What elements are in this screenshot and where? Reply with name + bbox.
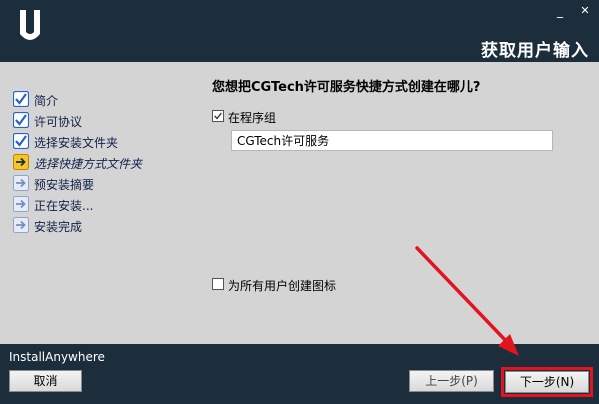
brand-label: InstallAnywhere: [9, 350, 105, 364]
cancel-button[interactable]: 取消: [9, 370, 82, 392]
step-item: 预安装摘要: [13, 174, 193, 195]
header: _ ✕ 获取用户输入: [0, 0, 599, 62]
pending-arrow-icon: [13, 217, 29, 233]
step-item: 安装完成: [13, 216, 193, 237]
step-label: 简介: [34, 94, 59, 108]
previous-button[interactable]: 上一步(P): [409, 370, 494, 392]
content-area: 简介 许可协议 选择安装文件夹 选择快捷方式文件夹 预安装摘要 正在安装... …: [0, 62, 599, 344]
footer: InstallAnywhere 取消 上一步(P) 下一步(N): [0, 344, 599, 404]
checkmark-icon: [214, 112, 222, 120]
step-label: 选择安装文件夹: [34, 136, 119, 150]
all-users-label: 为所有用户创建图标: [228, 279, 337, 293]
checkmark-icon: [13, 133, 29, 149]
close-button[interactable]: ✕: [578, 4, 592, 18]
pending-arrow-icon: [13, 196, 29, 212]
step-item: 正在安装...: [13, 195, 193, 216]
program-group-input[interactable]: [231, 130, 553, 151]
step-label: 预安装摘要: [34, 178, 95, 192]
step-item: 选择安装文件夹: [13, 132, 193, 153]
step-item-current: 选择快捷方式文件夹: [13, 153, 193, 174]
all-users-checkbox[interactable]: [212, 278, 224, 290]
step-item: 许可协议: [13, 111, 193, 132]
next-button[interactable]: 下一步(N): [505, 371, 589, 393]
step-label: 正在安装...: [34, 199, 94, 213]
step-item: 简介: [13, 90, 193, 111]
page-title: 获取用户输入: [481, 41, 589, 61]
pending-arrow-icon: [13, 175, 29, 191]
checkmark-icon: [13, 112, 29, 128]
step-label: 许可协议: [34, 115, 83, 129]
question-heading: 您想把CGTech许可服务快捷方式创建在哪儿?: [212, 80, 481, 95]
checkmark-icon: [13, 91, 29, 107]
minimize-button[interactable]: _: [553, 4, 567, 18]
current-arrow-icon: [13, 154, 29, 170]
program-group-checkbox[interactable]: [212, 110, 224, 122]
installanywhere-logo-icon: [20, 10, 40, 40]
steps-sidebar: 简介 许可协议 选择安装文件夹 选择快捷方式文件夹 预安装摘要 正在安装... …: [13, 90, 193, 237]
step-label: 选择快捷方式文件夹: [34, 157, 143, 171]
step-label: 安装完成: [34, 220, 83, 234]
program-group-label: 在程序组: [228, 111, 277, 125]
